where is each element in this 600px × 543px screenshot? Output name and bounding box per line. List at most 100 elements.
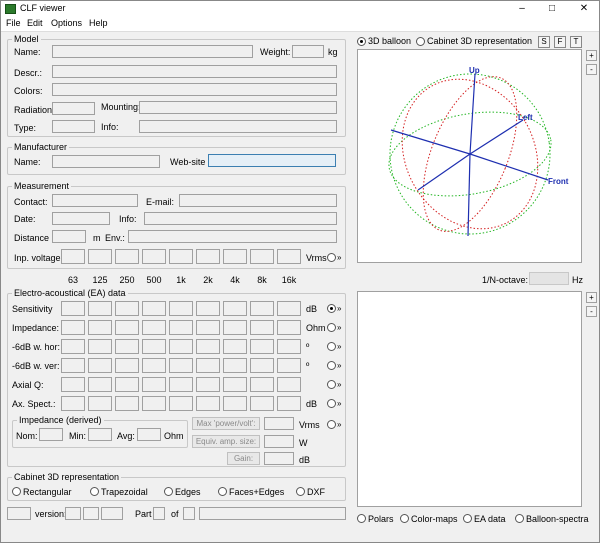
gain-button[interactable]: Gain: [227, 452, 260, 465]
ea-cell[interactable] [277, 301, 301, 316]
maximize-button[interactable]: □ [541, 1, 563, 17]
ea-cell[interactable] [223, 377, 247, 392]
ea-cell[interactable] [250, 320, 274, 335]
radiation-field[interactable] [52, 102, 95, 115]
rectangular-radio[interactable] [12, 487, 21, 496]
polars-radio[interactable] [357, 514, 366, 523]
ea-row-arrow[interactable]: » [337, 323, 341, 332]
input-voltage-cell[interactable] [88, 249, 112, 264]
weight-field[interactable] [292, 45, 324, 58]
plot-zoom-in-button[interactable]: + [586, 292, 597, 303]
input-voltage-cell[interactable] [250, 249, 274, 264]
ea-cell[interactable] [250, 301, 274, 316]
env-field[interactable] [128, 230, 337, 243]
model-info-field[interactable] [139, 120, 337, 133]
zoom-out-button[interactable]: - [586, 64, 597, 75]
ea-row-radio[interactable] [327, 323, 336, 332]
view-front-button[interactable]: F [554, 36, 566, 48]
website-field[interactable] [208, 154, 336, 167]
type-field[interactable] [52, 120, 95, 133]
max-power-arrow[interactable]: » [337, 420, 341, 429]
ea-row-radio[interactable] [327, 380, 336, 389]
balloon-spectra-radio[interactable] [515, 514, 524, 523]
edges-radio[interactable] [164, 487, 173, 496]
ea-cell[interactable] [61, 377, 85, 392]
ea-cell[interactable] [61, 320, 85, 335]
colors-field[interactable] [52, 83, 337, 96]
ea-cell[interactable] [142, 339, 166, 354]
ea-cell[interactable] [142, 301, 166, 316]
ea-cell[interactable] [223, 320, 247, 335]
ea-cell[interactable] [196, 396, 220, 411]
menu-edit[interactable]: Edit [27, 18, 43, 28]
equiv-amp-field[interactable] [264, 435, 294, 448]
ea-cell[interactable] [88, 339, 112, 354]
close-button[interactable]: ✕ [573, 1, 595, 17]
ea-cell[interactable] [196, 377, 220, 392]
ea-cell[interactable] [142, 396, 166, 411]
ea-cell[interactable] [88, 396, 112, 411]
contact-field[interactable] [52, 194, 138, 207]
ea-cell[interactable] [169, 377, 193, 392]
trapezoidal-radio[interactable] [90, 487, 99, 496]
ea-row-arrow[interactable]: » [337, 361, 341, 370]
input-voltage-cell[interactable] [142, 249, 166, 264]
max-power-field[interactable] [264, 417, 294, 430]
ea-cell[interactable] [250, 339, 274, 354]
ea-cell[interactable] [250, 377, 274, 392]
input-voltage-cell[interactable] [115, 249, 139, 264]
ea-cell[interactable] [88, 358, 112, 373]
ea-row-radio[interactable] [327, 399, 336, 408]
input-voltage-radio[interactable] [327, 253, 336, 262]
manufacturer-name-field[interactable] [52, 155, 160, 168]
ea-cell[interactable] [169, 358, 193, 373]
ea-row-radio[interactable] [327, 361, 336, 370]
input-voltage-cell[interactable] [277, 249, 301, 264]
ea-cell[interactable] [61, 396, 85, 411]
input-voltage-arrow[interactable]: » [337, 253, 341, 262]
ea-cell[interactable] [277, 358, 301, 373]
menu-options[interactable]: Options [51, 18, 82, 28]
view-top-button[interactable]: T [570, 36, 582, 48]
equiv-amp-button[interactable]: Equiv. amp. size: [192, 435, 260, 448]
ea-cell[interactable] [61, 358, 85, 373]
ea-cell[interactable] [277, 377, 301, 392]
distance-field[interactable] [52, 230, 86, 243]
ea-cell[interactable] [88, 320, 112, 335]
menu-file[interactable]: File [6, 18, 21, 28]
ea-cell[interactable] [61, 301, 85, 316]
ea-cell[interactable] [142, 320, 166, 335]
minimize-button[interactable]: – [511, 1, 533, 17]
ea-cell[interactable] [169, 301, 193, 316]
date-field[interactable] [52, 212, 110, 225]
max-power-button[interactable]: Max 'power/volt': [192, 417, 260, 430]
ea-row-arrow[interactable]: » [337, 380, 341, 389]
ea-cell[interactable] [250, 396, 274, 411]
zoom-in-button[interactable]: + [586, 50, 597, 61]
ea-row-arrow[interactable]: » [337, 342, 341, 351]
ea-row-arrow[interactable]: » [337, 399, 341, 408]
gain-field[interactable] [264, 452, 294, 465]
ea-cell[interactable] [115, 320, 139, 335]
ea-cell[interactable] [88, 301, 112, 316]
input-voltage-cell[interactable] [196, 249, 220, 264]
ea-cell[interactable] [115, 301, 139, 316]
ea-row-radio[interactable] [327, 304, 336, 313]
dxf-radio[interactable] [296, 487, 305, 496]
model-name-field[interactable] [52, 45, 253, 58]
color-maps-radio[interactable] [400, 514, 409, 523]
input-voltage-cell[interactable] [223, 249, 247, 264]
nom-field[interactable] [39, 428, 63, 441]
data-plot-panel[interactable] [357, 291, 582, 507]
ea-cell[interactable] [142, 358, 166, 373]
mounting-field[interactable] [139, 101, 337, 114]
ea-cell[interactable] [196, 301, 220, 316]
input-voltage-cell[interactable] [169, 249, 193, 264]
min-field[interactable] [88, 428, 112, 441]
measurement-info-field[interactable] [144, 212, 337, 225]
ea-cell[interactable] [169, 396, 193, 411]
cabinet-3d-radio[interactable] [416, 37, 425, 46]
ea-data-radio[interactable] [463, 514, 472, 523]
max-power-radio[interactable] [327, 420, 336, 429]
view-side-button[interactable]: S [538, 36, 550, 48]
